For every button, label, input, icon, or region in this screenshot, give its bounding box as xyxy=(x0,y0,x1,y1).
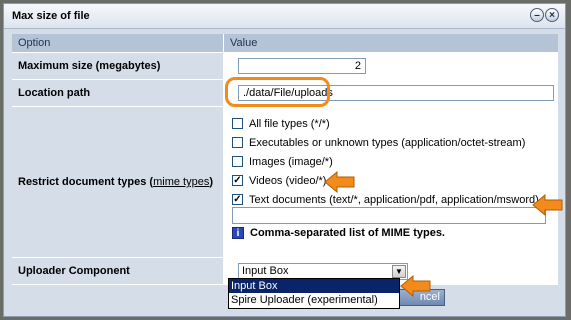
pointer-arrow-icon xyxy=(324,171,355,193)
column-value: Value xyxy=(224,34,558,52)
restrict-label-text: Restrict document types ( xyxy=(18,176,154,188)
mime-hint: i Comma-separated list of MIME types. xyxy=(232,227,445,239)
panel-title: Max size of file xyxy=(12,10,90,22)
close-icon[interactable]: × xyxy=(545,8,559,22)
custom-mime-input[interactable] xyxy=(232,207,546,224)
info-icon: i xyxy=(232,227,244,239)
row-restrict-types: Restrict document types (mime types) All… xyxy=(12,107,558,258)
window-controls: – × xyxy=(530,8,559,22)
restrict-label: Restrict document types (mime types) xyxy=(12,107,224,257)
checkbox[interactable] xyxy=(232,156,243,167)
type-option-executables[interactable]: Executables or unknown types (applicatio… xyxy=(232,133,539,152)
settings-panel: Max size of file – × Option Value Maximu… xyxy=(3,3,566,317)
checkbox-checked[interactable]: ✓ xyxy=(232,175,243,186)
restrict-label-end: ) xyxy=(209,176,214,188)
highlight-oval xyxy=(225,77,330,107)
type-option-all[interactable]: All file types (*/*) xyxy=(232,114,539,133)
dropdown-option-spire[interactable]: Spire Uploader (experimental) xyxy=(229,293,399,307)
type-label: Images (image/*) xyxy=(249,155,333,168)
max-size-input[interactable] xyxy=(238,58,366,74)
type-label: Executables or unknown types (applicatio… xyxy=(249,136,526,149)
location-label: Location path xyxy=(12,80,224,106)
hint-text: Comma-separated list of MIME types. xyxy=(250,227,445,239)
uploader-label: Uploader Component xyxy=(12,258,224,284)
panel-titlebar: Max size of file – × xyxy=(4,4,565,29)
pointer-arrow-icon xyxy=(400,275,431,297)
type-label: Text documents (text/*, application/pdf,… xyxy=(249,193,539,206)
mime-types-link[interactable]: mime types xyxy=(153,176,209,188)
checkbox[interactable] xyxy=(232,118,243,129)
uploader-dropdown: Input Box Spire Uploader (experimental) xyxy=(228,278,400,309)
uploader-selected-value: Input Box xyxy=(242,265,289,277)
dropdown-option-input-box[interactable]: Input Box xyxy=(229,279,399,293)
type-label: Videos (video/*) xyxy=(249,174,327,187)
column-option: Option xyxy=(12,34,224,52)
types-checklist: All file types (*/*) Executables or unkn… xyxy=(232,114,539,209)
collapse-icon[interactable]: – xyxy=(530,8,544,22)
checkbox-checked[interactable]: ✓ xyxy=(232,194,243,205)
table-header: Option Value xyxy=(12,34,558,53)
pointer-arrow-icon xyxy=(532,194,563,216)
type-option-videos[interactable]: ✓ Videos (video/*) xyxy=(232,171,539,190)
type-label: All file types (*/*) xyxy=(249,117,330,130)
row-max-size: Maximum size (megabytes) xyxy=(12,53,558,80)
checkbox[interactable] xyxy=(232,137,243,148)
type-option-images[interactable]: Images (image/*) xyxy=(232,152,539,171)
max-size-label: Maximum size (megabytes) xyxy=(12,53,224,79)
